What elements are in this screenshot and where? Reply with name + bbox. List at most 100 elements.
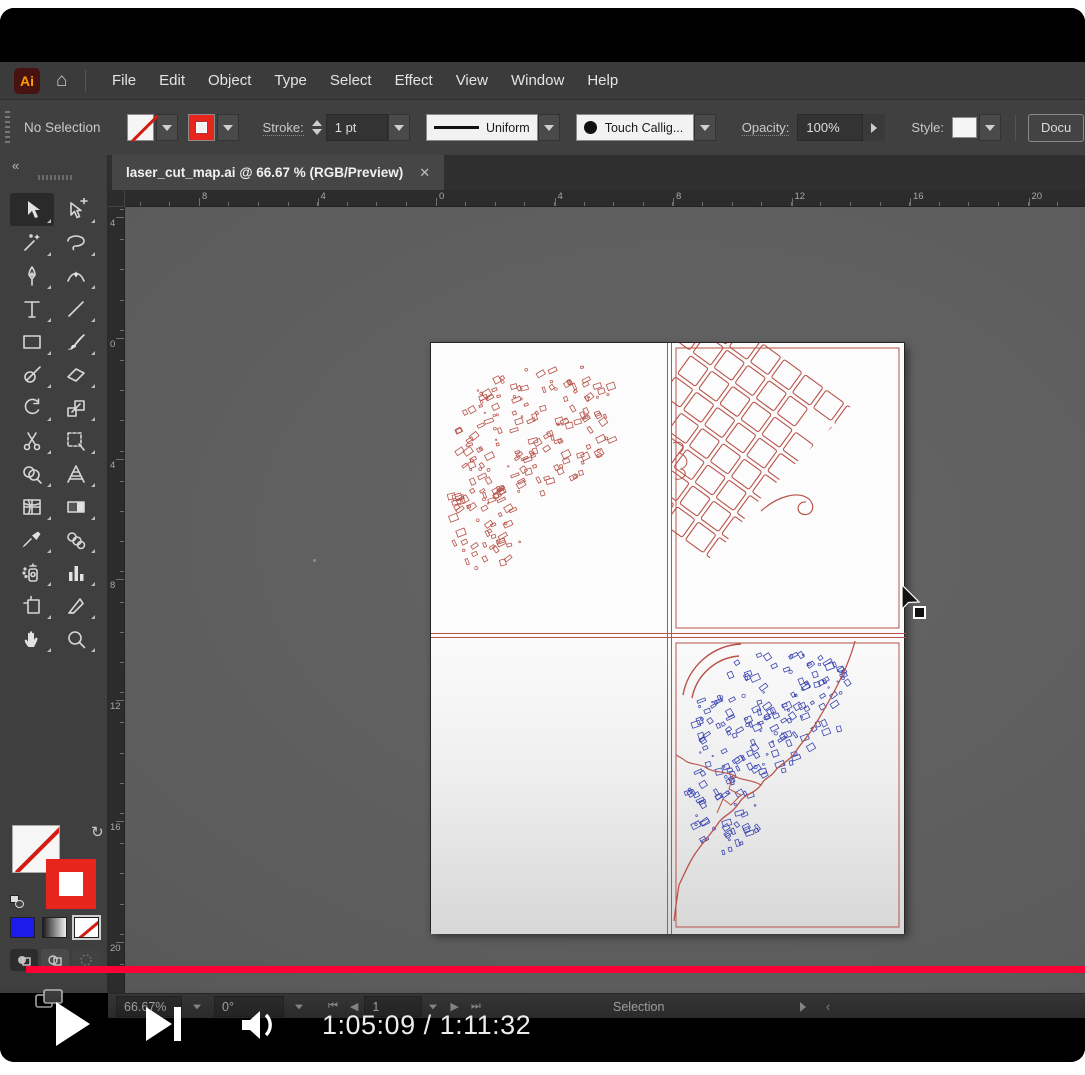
illustrator-logo-icon[interactable]: Ai	[14, 68, 40, 94]
hand-tool[interactable]	[10, 622, 54, 655]
zoom-dropdown[interactable]	[192, 994, 202, 1019]
video-progress-bar[interactable]	[26, 966, 1085, 973]
tools-panel: « ↺ •••	[0, 155, 108, 993]
video-player[interactable]: Ai ⌂ FileEditObjectTypeSelectEffectViewW…	[0, 8, 1085, 1062]
h-ruler-label: 20	[1032, 191, 1043, 202]
eyedropper-tool[interactable]	[10, 523, 54, 556]
column-graph-tool[interactable]	[54, 556, 98, 589]
line-segment-tool[interactable]	[54, 292, 98, 325]
home-icon[interactable]: ⌂	[56, 70, 67, 92]
direct-selection-tool[interactable]	[54, 193, 98, 226]
none-swatch-button[interactable]	[74, 917, 99, 938]
magic-wand-tool[interactable]	[10, 226, 54, 259]
width-profile-dropdown[interactable]	[538, 114, 560, 141]
h-ruler-label: 8	[676, 191, 681, 202]
v-ruler-label: 12	[110, 702, 121, 711]
h-ruler-label: 4	[321, 191, 326, 202]
fill-color-swatch[interactable]	[127, 114, 154, 141]
menu-bar: Ai ⌂ FileEditObjectTypeSelectEffectViewW…	[0, 62, 1085, 99]
laser-map-artwork[interactable]	[431, 343, 906, 934]
opacity-label[interactable]: Opacity:	[742, 120, 790, 136]
volume-icon[interactable]	[240, 1007, 282, 1043]
menu-effect[interactable]: Effect	[383, 72, 444, 89]
shape-builder-tool[interactable]	[10, 457, 54, 490]
collapse-panels-icon[interactable]: «	[12, 158, 19, 173]
v-ruler-label: 0	[110, 340, 121, 349]
scissors-tool[interactable]	[10, 424, 54, 457]
opacity-expand-button[interactable]	[863, 114, 885, 141]
stray-anchor-dot	[313, 559, 316, 562]
menu-edit[interactable]: Edit	[148, 72, 197, 89]
artboard[interactable]	[430, 342, 905, 933]
canvas-area[interactable]	[125, 207, 1085, 993]
v-ruler-label: 16	[110, 823, 121, 832]
h-ruler-label: 4	[558, 191, 563, 202]
horizontal-ruler[interactable]: 84048121620	[108, 190, 1085, 207]
stroke-profile-preview-icon	[434, 126, 479, 129]
symbol-sprayer-tool[interactable]	[10, 556, 54, 589]
menu-file[interactable]: File	[100, 72, 147, 89]
zoom-tool[interactable]	[54, 622, 98, 655]
vertical-ruler[interactable]: 4048121620	[108, 207, 125, 993]
rotate-tool[interactable]	[10, 391, 54, 424]
stroke-color-swatch[interactable]	[188, 114, 215, 141]
selection-tool[interactable]	[10, 193, 54, 226]
menu-view[interactable]: View	[444, 72, 499, 89]
tab-bar: laser_cut_map.ai @ 66.67 % (RGB/Preview)…	[108, 155, 1085, 190]
stroke-weight-field[interactable]: 1 pt	[326, 114, 388, 141]
rotation-dropdown[interactable]	[294, 994, 304, 1019]
v-ruler-label: 8	[110, 581, 121, 590]
menu-object[interactable]: Object	[197, 72, 263, 89]
menu-select[interactable]: Select	[318, 72, 383, 89]
document-setup-button[interactable]: Docu	[1028, 114, 1084, 142]
selection-status: No Selection	[24, 120, 101, 135]
shaper-tool[interactable]	[10, 358, 54, 391]
panel-handle-icon[interactable]	[38, 175, 72, 180]
h-ruler-label: 0	[439, 191, 444, 202]
pen-tool[interactable]	[10, 259, 54, 292]
curvature-tool[interactable]	[54, 259, 98, 292]
gradient-swatch-button[interactable]	[42, 917, 67, 938]
artboard-tool[interactable]	[10, 589, 54, 622]
menu-separator	[85, 70, 86, 92]
swap-fill-stroke-icon[interactable]: ↺	[91, 823, 104, 841]
slice-tool[interactable]	[54, 589, 98, 622]
lasso-tool[interactable]	[54, 226, 98, 259]
brush-dropdown[interactable]	[694, 114, 716, 141]
default-fill-stroke-icon[interactable]	[10, 895, 26, 909]
play-button[interactable]	[56, 1002, 90, 1046]
status-collapse-icon[interactable]: ‹	[826, 994, 830, 1019]
menu-help[interactable]: Help	[576, 72, 630, 89]
next-video-button[interactable]	[146, 1007, 186, 1041]
opacity-field[interactable]: 100%	[797, 114, 863, 141]
mesh-tool[interactable]	[10, 490, 54, 523]
style-dropdown[interactable]	[979, 114, 1001, 141]
color-swatch-button[interactable]	[10, 917, 35, 938]
status-expand-icon[interactable]	[800, 994, 806, 1019]
status-tool-hint: Selection	[613, 994, 664, 1019]
stroke-indicator[interactable]	[46, 859, 96, 909]
eraser-tool[interactable]	[54, 358, 98, 391]
perspective-grid-tool[interactable]	[54, 457, 98, 490]
stroke-color-dropdown[interactable]	[217, 114, 239, 141]
width-profile-field[interactable]: Uniform	[426, 114, 538, 141]
document-tab[interactable]: laser_cut_map.ai @ 66.67 % (RGB/Preview)…	[112, 155, 444, 190]
stroke-label[interactable]: Stroke:	[263, 120, 304, 136]
panel-drag-handle-icon[interactable]	[5, 111, 10, 145]
stroke-weight-stepper[interactable]	[312, 120, 322, 135]
close-tab-icon[interactable]: ✕	[419, 165, 430, 181]
scale-tool[interactable]	[54, 391, 98, 424]
rectangle-tool[interactable]	[10, 325, 54, 358]
type-tool[interactable]	[10, 292, 54, 325]
style-swatch[interactable]	[952, 117, 977, 138]
gradient-tool[interactable]	[54, 490, 98, 523]
blend-tool[interactable]	[54, 523, 98, 556]
free-transform-tool[interactable]	[54, 424, 98, 457]
stroke-weight-dropdown[interactable]	[388, 114, 410, 141]
menu-window[interactable]: Window	[499, 72, 575, 89]
brush-field[interactable]: Touch Callig...	[576, 114, 694, 141]
fill-color-dropdown[interactable]	[156, 114, 178, 141]
ruler-origin-corner[interactable]	[108, 190, 125, 207]
menu-type[interactable]: Type	[263, 72, 319, 89]
paintbrush-tool[interactable]	[54, 325, 98, 358]
